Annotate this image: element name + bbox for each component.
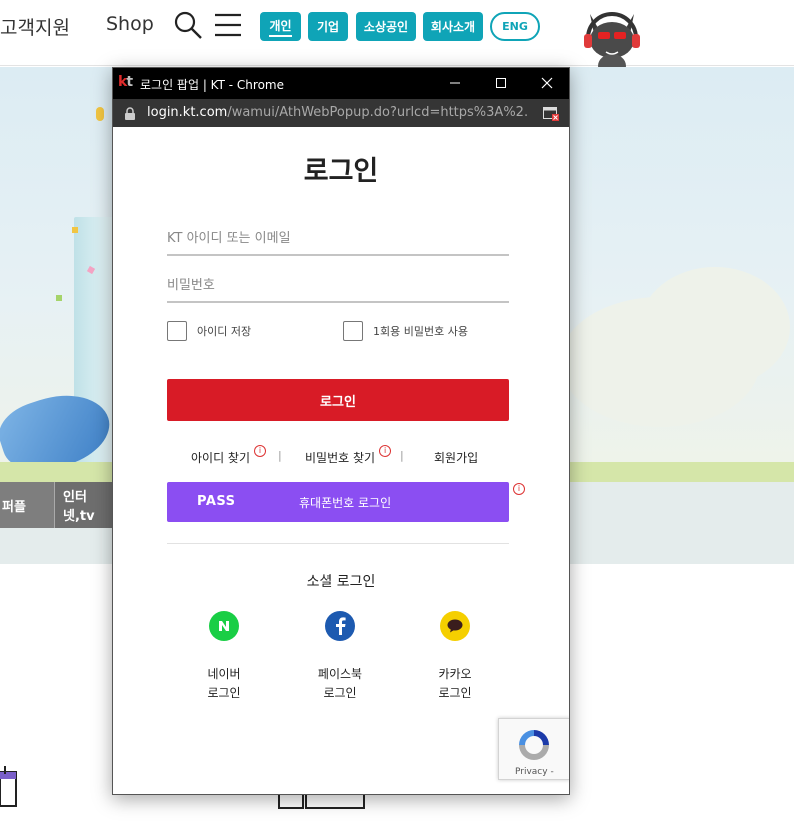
- nav-customer-support[interactable]: 고객지원: [0, 13, 70, 40]
- lock-icon[interactable]: [124, 107, 136, 120]
- hero-tabs: 퍼플 인터넷,tv: [0, 482, 115, 528]
- kakao-label-line1: 카카오: [438, 667, 472, 681]
- login-button[interactable]: 로그인: [167, 379, 509, 421]
- minimize-button[interactable]: [435, 71, 475, 95]
- login-popup-window: kt 로그인 팝업 | KT - Chrome login.kt.com/wam…: [112, 67, 570, 795]
- segment-company-button[interactable]: 회사소개: [423, 12, 483, 41]
- url-host: login.kt.com: [147, 105, 228, 120]
- facebook-label-line2: 로그인: [323, 686, 357, 700]
- otp-checkbox-row[interactable]: 1회용 비밀번호 사용: [343, 321, 468, 341]
- english-button[interactable]: ENG: [490, 12, 540, 41]
- separator: |: [400, 449, 404, 462]
- find-id-label: 아이디 찾기: [191, 451, 251, 465]
- save-id-checkbox-row[interactable]: 아이디 저장: [167, 321, 251, 341]
- pass-label: 휴대폰번호 로그인: [299, 496, 392, 510]
- kakao-login-label: 카카오 로그인: [415, 665, 495, 703]
- facebook-login-label: 페이스북 로그인: [300, 665, 380, 703]
- hero-confetti: [96, 107, 104, 121]
- divider: [167, 543, 509, 544]
- site-header: 고객지원 Shop 개인 기업 소상공인 회사소개 ENG: [0, 0, 794, 78]
- login-title: 로그인: [303, 156, 379, 187]
- url-text[interactable]: login.kt.com/wamui/AthWebPopup.do?urlcd=…: [147, 105, 527, 120]
- facebook-label-line1: 페이스북: [317, 667, 363, 681]
- segment-business-button[interactable]: 기업: [308, 12, 348, 41]
- naver-icon[interactable]: [209, 611, 239, 641]
- kt-logo-icon: kt: [118, 74, 133, 90]
- otp-checkbox[interactable]: [343, 321, 363, 341]
- window-titlebar[interactable]: kt 로그인 팝업 | KT - Chrome: [113, 68, 569, 99]
- search-icon[interactable]: [173, 10, 203, 40]
- window-title: 로그인 팝업 | KT - Chrome: [140, 78, 284, 92]
- info-icon[interactable]: i: [379, 444, 392, 457]
- password-input[interactable]: [167, 269, 509, 303]
- naver-login-label: 네이버 로그인: [184, 665, 264, 703]
- recaptcha-privacy-link[interactable]: Privacy -: [515, 767, 554, 777]
- social-login-title: 소셜 로그인: [306, 574, 376, 590]
- find-password-link[interactable]: 비밀번호 찾기 i: [305, 444, 392, 466]
- facebook-login-button[interactable]: 페이스북 로그인: [300, 611, 380, 703]
- kakao-login-button[interactable]: 카카오 로그인: [415, 611, 495, 703]
- recaptcha-icon: [519, 730, 549, 760]
- otp-label: 1회용 비밀번호 사용: [373, 325, 468, 338]
- find-password-label: 비밀번호 찾기: [305, 451, 376, 465]
- naver-label-line2: 로그인: [207, 686, 241, 700]
- naver-login-button[interactable]: 네이버 로그인: [184, 611, 264, 703]
- recaptcha-badge[interactable]: Privacy -: [498, 718, 569, 780]
- find-id-link[interactable]: 아이디 찾기 i: [191, 444, 267, 466]
- segment-small-business-button[interactable]: 소상공인: [356, 12, 416, 41]
- kakao-icon[interactable]: [440, 611, 470, 641]
- maximize-icon: [496, 78, 506, 88]
- separator: |: [278, 449, 282, 462]
- save-id-label: 아이디 저장: [197, 325, 252, 338]
- pass-brand: PASS: [197, 494, 236, 509]
- save-id-checkbox[interactable]: [167, 321, 187, 341]
- address-bar[interactable]: login.kt.com/wamui/AthWebPopup.do?urlcd=…: [113, 99, 569, 127]
- kakao-label-line2: 로그인: [438, 686, 472, 700]
- hero-tab-purple[interactable]: 퍼플: [0, 482, 55, 528]
- minimize-icon: [450, 82, 460, 84]
- pass-login-button[interactable]: PASS 휴대폰번호 로그인: [167, 482, 509, 522]
- segment-personal-label: 개인: [269, 17, 292, 37]
- hero-cloud: [640, 267, 790, 387]
- url-path: /wamui/AthWebPopup.do?urlcd=https%3A%2..…: [227, 105, 527, 120]
- hero-confetti: [56, 295, 62, 301]
- hero-confetti: [72, 227, 78, 233]
- segment-personal-button[interactable]: 개인: [260, 12, 301, 41]
- close-icon: [541, 77, 553, 89]
- id-input[interactable]: [167, 222, 509, 256]
- popup-blocked-icon[interactable]: [543, 107, 559, 121]
- join-link[interactable]: 회원가입: [434, 449, 478, 466]
- close-button[interactable]: [527, 71, 567, 95]
- nav-shop[interactable]: Shop: [106, 13, 154, 35]
- naver-label-line1: 네이버: [207, 667, 241, 681]
- maximize-button[interactable]: [481, 71, 521, 95]
- login-content: 로그인 아이디 저장 1회용 비밀번호 사용 로그인 아이디 찾기i | 비밀번…: [113, 127, 569, 794]
- pass-info-icon[interactable]: i: [513, 483, 525, 495]
- calendar-icon: [0, 766, 17, 807]
- facebook-icon[interactable]: [325, 611, 355, 641]
- menu-icon[interactable]: [214, 12, 242, 38]
- join-label: 회원가입: [434, 451, 479, 465]
- screen: 고객지원 Shop 개인 기업 소상공인 회사소개 ENG 퍼플 인터넷,tv …: [0, 0, 794, 831]
- hero-tab-internet-tv[interactable]: 인터넷,tv: [55, 482, 115, 528]
- info-icon[interactable]: i: [254, 444, 267, 457]
